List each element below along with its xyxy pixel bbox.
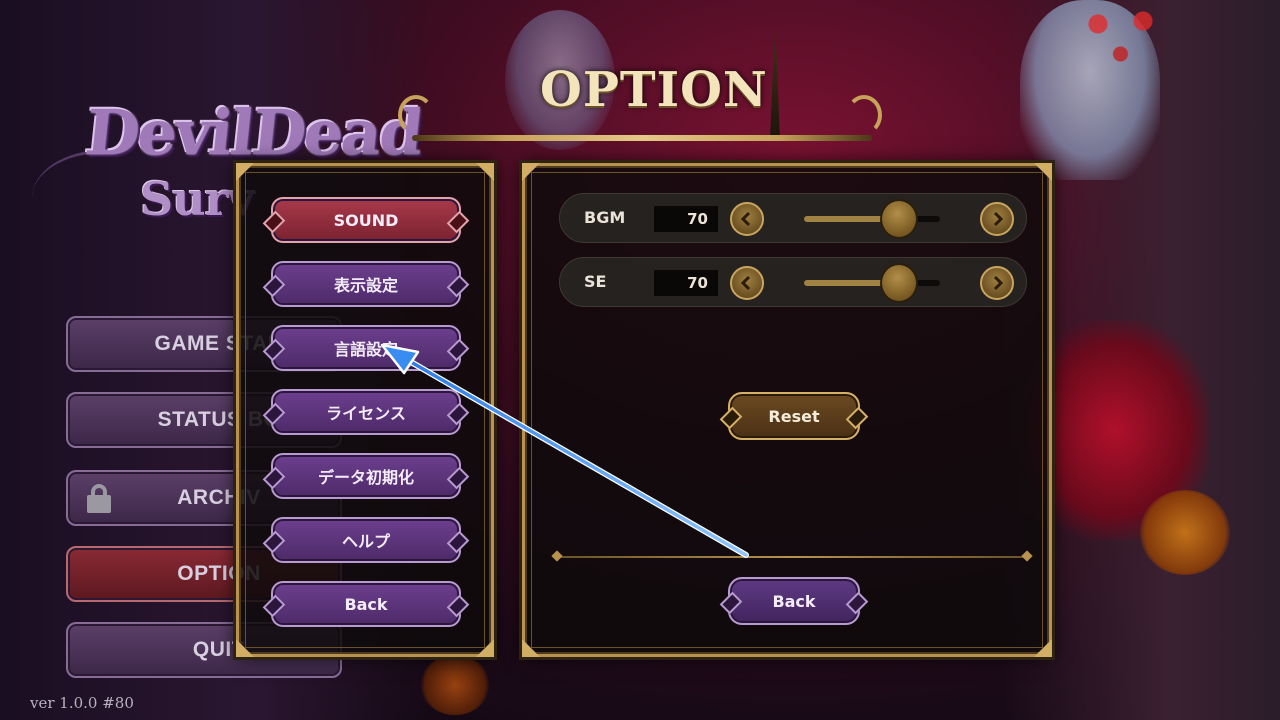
se-increase-button[interactable] (980, 266, 1014, 300)
back-button[interactable]: Back (728, 577, 860, 625)
tab-display-settings[interactable]: 表示設定 (271, 261, 461, 307)
background-demon-eyes (1080, 6, 1170, 66)
option-category-panel: SOUND 表示設定 言語設定 ライセンス データ初期化 ヘルプ Back (236, 163, 494, 657)
bgm-row: BGM 70 (559, 193, 1027, 243)
tab-display-settings-label: 表示設定 (333, 276, 398, 295)
quit-label: QUIT (192, 638, 246, 661)
bgm-slider-thumb[interactable] (880, 199, 919, 239)
se-label: SE (584, 272, 607, 291)
header-gold-bar (412, 135, 872, 141)
sound-settings-panel: BGM 70 SE 70 Reset Back (522, 163, 1052, 657)
tab-help-label: ヘルプ (341, 532, 390, 551)
bgm-decrease-button[interactable] (730, 202, 764, 236)
lock-icon (86, 484, 112, 514)
bgm-label: BGM (584, 208, 626, 227)
tab-language-settings[interactable]: 言語設定 (271, 325, 461, 371)
category-back-label: Back (344, 594, 388, 614)
reset-label: Reset (768, 406, 820, 426)
header-curl-right-ornament (846, 95, 882, 135)
tab-data-reset-label: データ初期化 (317, 468, 414, 487)
chevron-left-icon (740, 211, 751, 227)
option-title: OPTION (540, 62, 768, 118)
tab-license[interactable]: ライセンス (271, 389, 461, 435)
background-pumpkin (1140, 490, 1230, 575)
back-label: Back (772, 591, 816, 611)
tab-data-reset[interactable]: データ初期化 (271, 453, 461, 499)
bgm-slider-track[interactable] (804, 216, 940, 222)
reset-button[interactable]: Reset (728, 392, 860, 440)
version-text: ver 1.0.0 #80 (30, 694, 134, 712)
chevron-right-icon (993, 275, 1004, 291)
bgm-increase-button[interactable] (980, 202, 1014, 236)
se-slider-track[interactable] (804, 280, 940, 286)
category-back-button[interactable]: Back (271, 581, 461, 627)
se-decrease-button[interactable] (730, 266, 764, 300)
tab-sound-label: SOUND (333, 210, 399, 230)
se-slider-thumb[interactable] (880, 263, 919, 303)
se-row: SE 70 (559, 257, 1027, 307)
tab-help[interactable]: ヘルプ (271, 517, 461, 563)
chevron-left-icon (740, 275, 751, 291)
background-pumpkin-small (420, 655, 490, 715)
logo-title-line1: DevilDead (82, 96, 425, 169)
tab-sound[interactable]: SOUND (271, 197, 461, 243)
bgm-value: 70 (654, 206, 718, 232)
tab-language-settings-label: 言語設定 (333, 340, 398, 359)
header-curl-left-ornament (398, 95, 434, 135)
chevron-right-icon (993, 211, 1004, 227)
tab-license-label: ライセンス (326, 404, 406, 423)
se-value: 70 (654, 270, 718, 296)
panel-divider (557, 556, 1027, 558)
